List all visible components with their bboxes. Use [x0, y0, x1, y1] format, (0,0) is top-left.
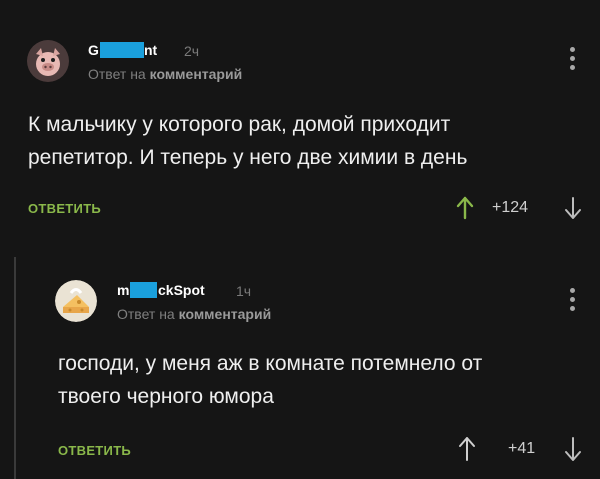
author-name-start: G [88, 42, 99, 58]
author-name[interactable]: Gnt [88, 42, 157, 58]
more-vertical-icon[interactable] [567, 47, 577, 73]
avatar[interactable] [27, 40, 69, 82]
comment-text: господи, у меня аж в комнате потемнело о… [58, 347, 482, 413]
comment-time: 2ч [184, 43, 200, 59]
censor-bar [100, 42, 144, 58]
rating-count: +41 [508, 440, 536, 457]
avatar-pig-icon [27, 40, 69, 82]
reply-to-prefix: Ответ на [88, 66, 146, 82]
comment-2: m ckSpot 1ч Ответ на комментарий господи,… [0, 255, 600, 479]
author-name-end: ckSpot [158, 282, 205, 298]
reply-to-link[interactable]: комментарий [150, 66, 243, 82]
avatar[interactable] [55, 280, 97, 322]
down-arrow-icon[interactable] [563, 196, 583, 220]
reply-to-prefix: Ответ на [117, 306, 175, 322]
author-name-start: m [117, 282, 130, 298]
up-arrow-icon[interactable] [457, 436, 477, 462]
comment-1: Gnt 2ч Ответ на комментарий К мальчику у… [0, 0, 600, 255]
reply-button[interactable]: ОТВЕТИТЬ [28, 201, 101, 216]
avatar-cheese-icon [55, 280, 97, 322]
author-name[interactable]: m ckSpot [117, 282, 205, 298]
censor-bar [130, 282, 157, 298]
author-name-end: nt [144, 42, 158, 58]
reply-to: Ответ на комментарий [88, 66, 242, 82]
reply-button[interactable]: ОТВЕТИТЬ [58, 443, 131, 458]
comment-text-line: господи, у меня аж в комнате потемнело о… [58, 352, 483, 375]
comment-text-line: репетитор. И теперь у него две химии в д… [28, 146, 468, 169]
up-arrow-icon[interactable] [455, 196, 475, 220]
comment-text-line: К мальчику у которого рак, домой приходи… [28, 113, 451, 136]
reply-to-link[interactable]: комментарий [179, 306, 272, 322]
comment-text: К мальчику у которого рак, домой приходи… [28, 108, 467, 174]
comment-time: 1ч [236, 283, 252, 299]
reply-to: Ответ на комментарий [117, 306, 271, 322]
rating-count: +124 [492, 199, 529, 216]
down-arrow-icon[interactable] [563, 436, 583, 462]
comment-text-line: твоего черного юмора [58, 385, 274, 408]
more-vertical-icon[interactable] [567, 288, 577, 314]
